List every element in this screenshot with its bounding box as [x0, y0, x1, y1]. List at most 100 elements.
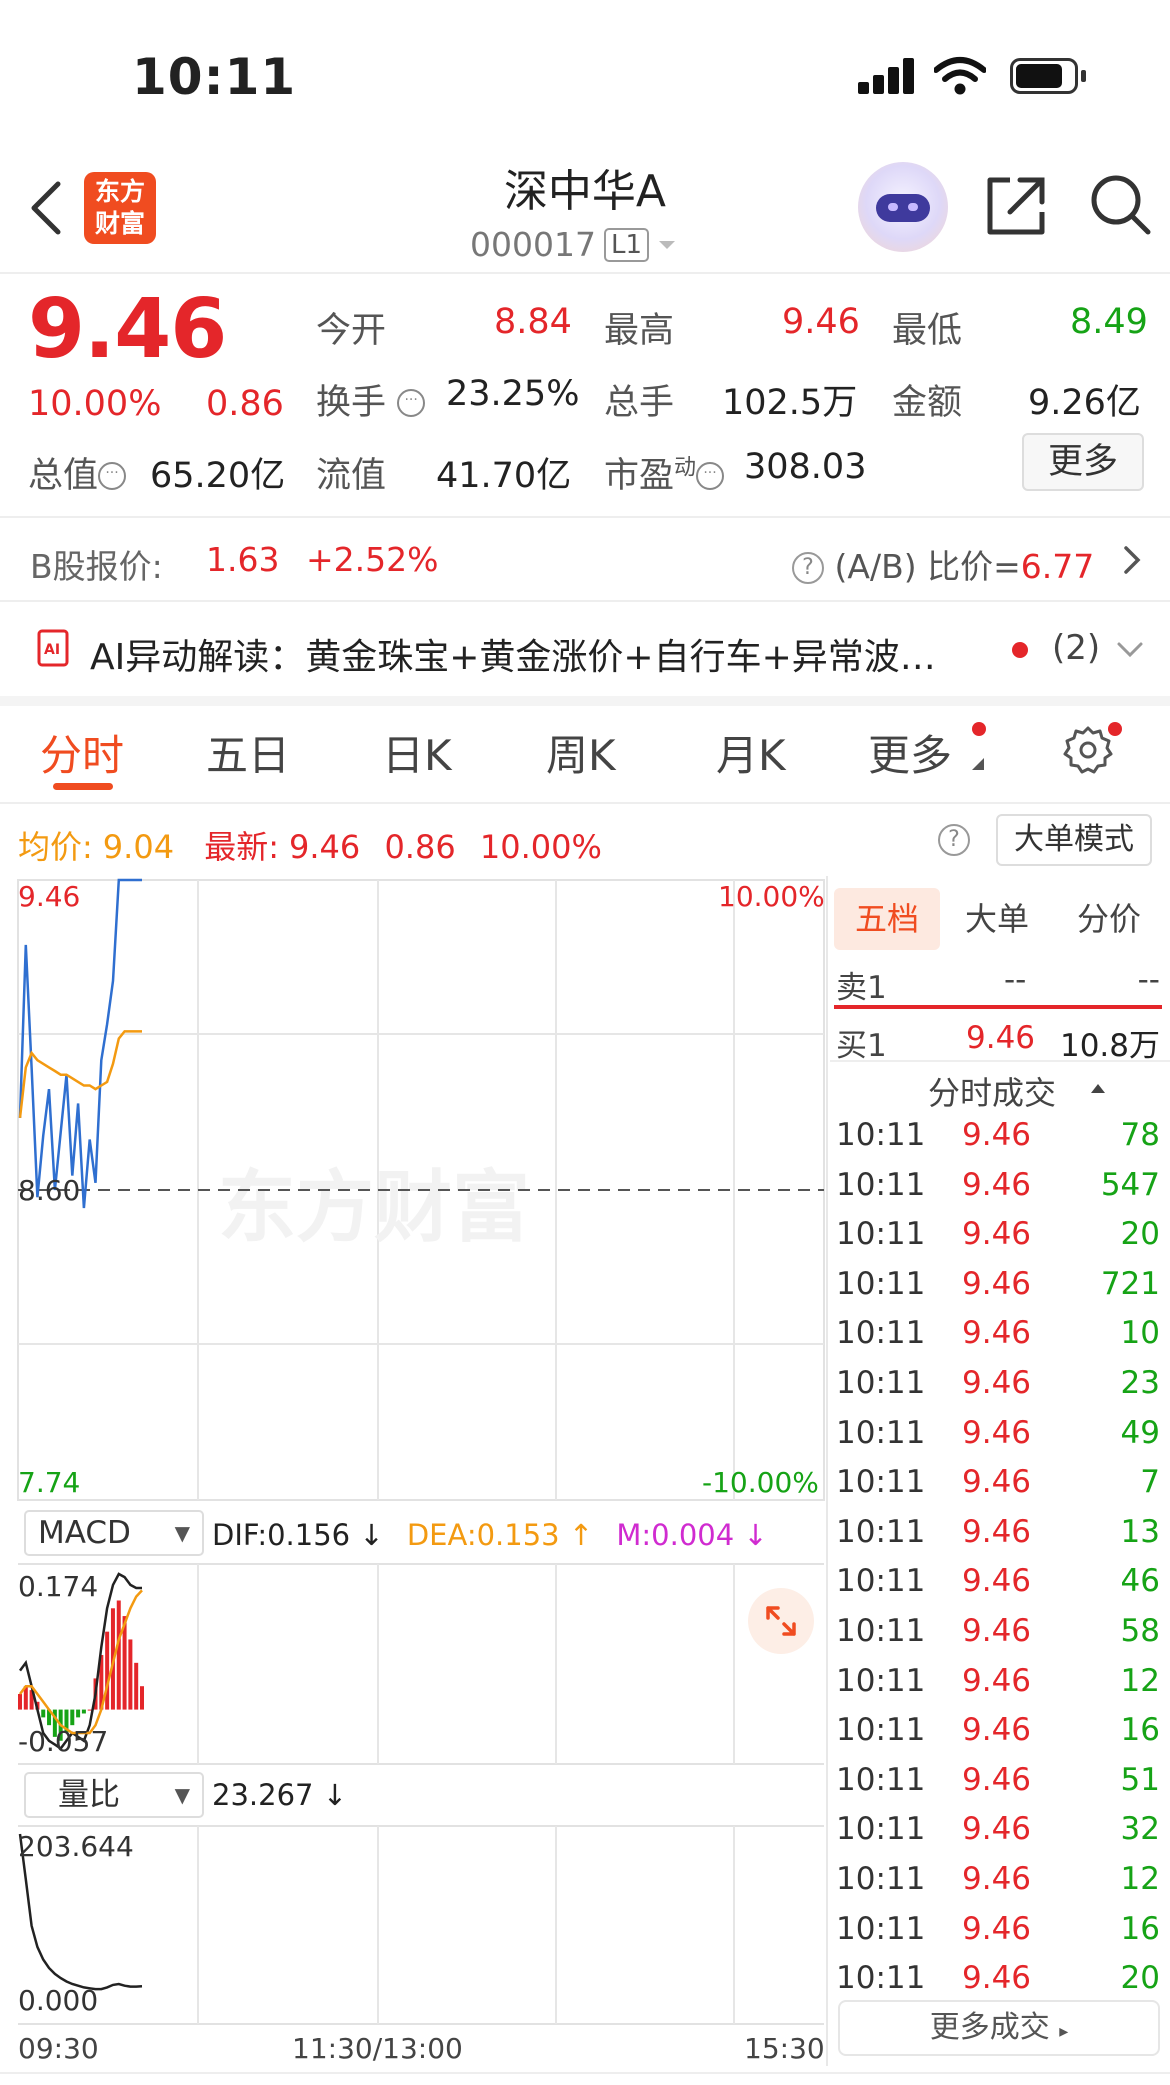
- status-time: 10:11: [132, 48, 297, 106]
- big-order-mode-button[interactable]: 大单模式: [996, 814, 1152, 866]
- current-price: 9.46: [28, 282, 227, 377]
- trade-row: 10:11 9.46 16: [836, 1911, 1164, 1960]
- tab-weekly-k[interactable]: 周K: [546, 722, 616, 783]
- time-axis-mid: 11:30/13:00: [292, 2032, 463, 2065]
- help-icon[interactable]: ?: [792, 552, 824, 584]
- ab-ratio[interactable]: ? (A/B) 比价=6.77: [792, 540, 1094, 588]
- trade-time: 10:11: [836, 1761, 926, 1798]
- float-cap-label: 流值: [316, 456, 387, 496]
- price-axis-base: 8.60: [18, 1174, 81, 1207]
- trade-time: 10:11: [836, 1513, 926, 1550]
- ai-banner-text[interactable]: AI异动解读：黄金珠宝+黄金涨价+自行车+异常波…: [90, 628, 936, 680]
- tab-intraday[interactable]: 分时: [40, 722, 124, 783]
- tab-daily-k[interactable]: 日K: [382, 722, 452, 783]
- more-dots-icon[interactable]: ···: [98, 462, 127, 490]
- dropdown-triangle-icon: ▼: [174, 1521, 190, 1545]
- price-line: [18, 878, 142, 1209]
- volume-ratio-selector[interactable]: 量比 ▼: [24, 1772, 204, 1818]
- trade-volume: 78: [1120, 1117, 1160, 1153]
- trade-time: 10:11: [836, 1166, 926, 1203]
- notification-dot: [972, 722, 986, 736]
- share-icon[interactable]: [984, 174, 1048, 238]
- trade-price: 9.46: [962, 1662, 1032, 1699]
- dropdown-triangle-icon: ▼: [174, 1783, 190, 1807]
- trade-row: 10:11 9.46 7: [836, 1464, 1164, 1513]
- help-icon[interactable]: ?: [938, 824, 970, 856]
- macd-axis-bottom: -0.057: [18, 1725, 109, 1758]
- settings-gear-icon[interactable]: [1062, 724, 1114, 776]
- tab-five-day[interactable]: 五日: [206, 722, 290, 783]
- trade-price: 9.46: [962, 1265, 1032, 1302]
- trade-price: 9.46: [962, 1117, 1032, 1153]
- chevron-right-icon[interactable]: [1122, 544, 1142, 576]
- trade-price: 9.46: [962, 1960, 1032, 1997]
- more-dots-icon[interactable]: ···: [397, 389, 426, 417]
- trade-volume: 51: [1120, 1761, 1160, 1798]
- trade-time: 10:11: [836, 1662, 926, 1699]
- pe-value: 308.03: [744, 447, 867, 487]
- trade-price: 9.46: [962, 1761, 1032, 1798]
- macd-axis-top: 0.174: [18, 1570, 99, 1603]
- trade-volume: 12: [1120, 1662, 1160, 1699]
- ai-banner-count: (2): [1052, 628, 1101, 668]
- turnover-label: 换手 ···: [316, 374, 426, 425]
- trades-title[interactable]: 分时成交: [928, 1068, 1056, 1114]
- ai-report-icon: AI: [37, 629, 69, 667]
- macd-bar: [134, 1662, 139, 1710]
- more-dots-icon[interactable]: ···: [696, 462, 725, 490]
- tab-more[interactable]: 更多: [868, 722, 952, 783]
- ai-assistant-avatar[interactable]: [858, 162, 948, 252]
- open-label: 今开: [316, 311, 387, 351]
- trade-volume: 10: [1120, 1315, 1160, 1352]
- tab-five-levels[interactable]: 五档: [834, 888, 940, 950]
- trade-time: 10:11: [836, 1315, 926, 1352]
- stock-code-row[interactable]: 000017 L1: [470, 225, 677, 264]
- signal-icon: [858, 58, 916, 94]
- macd-bar: [70, 1709, 75, 1726]
- trade-price: 9.46: [962, 1464, 1032, 1501]
- search-icon[interactable]: [1088, 172, 1154, 238]
- trade-row: 10:11 9.46 51: [836, 1762, 1164, 1811]
- trade-row: 10:11 9.46 58: [836, 1613, 1164, 1662]
- notification-dot: [1108, 722, 1122, 736]
- tab-big-orders[interactable]: 大单: [944, 888, 1050, 950]
- trade-time: 10:11: [836, 1563, 926, 1600]
- time-axis-end: 15:30: [744, 2032, 825, 2065]
- tab-monthly-k[interactable]: 月K: [716, 722, 786, 783]
- trade-time: 10:11: [836, 1613, 926, 1649]
- macd-selector[interactable]: MACD ▼: [24, 1510, 204, 1556]
- expand-chart-button[interactable]: [748, 1588, 814, 1654]
- macd-bar: [128, 1639, 133, 1710]
- sell-level-1: 卖1 -- --: [836, 962, 1160, 1006]
- trade-volume: 32: [1120, 1811, 1160, 1848]
- more-trades-button[interactable]: 更多成交 ▸: [838, 2000, 1160, 2056]
- tab-price-distribution[interactable]: 分价: [1054, 888, 1164, 950]
- chevron-down-icon[interactable]: [1116, 640, 1144, 658]
- high-label: 最高: [604, 311, 675, 351]
- trade-row: 10:11 9.46 32: [836, 1811, 1164, 1860]
- trade-time: 10:11: [836, 1861, 926, 1897]
- trade-price: 9.46: [962, 1811, 1032, 1848]
- trade-time: 10:11: [836, 1365, 926, 1401]
- turnover-value: 23.25%: [446, 374, 580, 414]
- trade-row: 10:11 9.46 13: [836, 1514, 1164, 1563]
- macd-bar: [87, 1709, 92, 1711]
- corner-triangle-icon: [972, 758, 984, 770]
- trade-row: 10:11 9.46 49: [836, 1415, 1164, 1464]
- float-cap-value: 41.70亿: [436, 456, 572, 496]
- trade-volume: 13: [1120, 1513, 1160, 1550]
- low-label: 最低: [892, 311, 963, 351]
- wifi-icon: [934, 57, 986, 95]
- pe-label: 市盈动 ···: [604, 447, 725, 498]
- expand-icon: [766, 1606, 796, 1636]
- trade-time: 10:11: [836, 1464, 926, 1501]
- trade-price: 9.46: [962, 1513, 1032, 1550]
- more-button[interactable]: 更多: [1022, 433, 1144, 491]
- trade-volume: 20: [1120, 1216, 1160, 1253]
- trade-volume: 46: [1120, 1563, 1160, 1600]
- chevron-down-icon: [659, 240, 676, 249]
- trade-time: 10:11: [836, 1712, 926, 1749]
- macd-bar: [105, 1631, 110, 1710]
- trade-price: 9.46: [962, 1712, 1032, 1749]
- sort-up-icon: [1091, 1084, 1105, 1093]
